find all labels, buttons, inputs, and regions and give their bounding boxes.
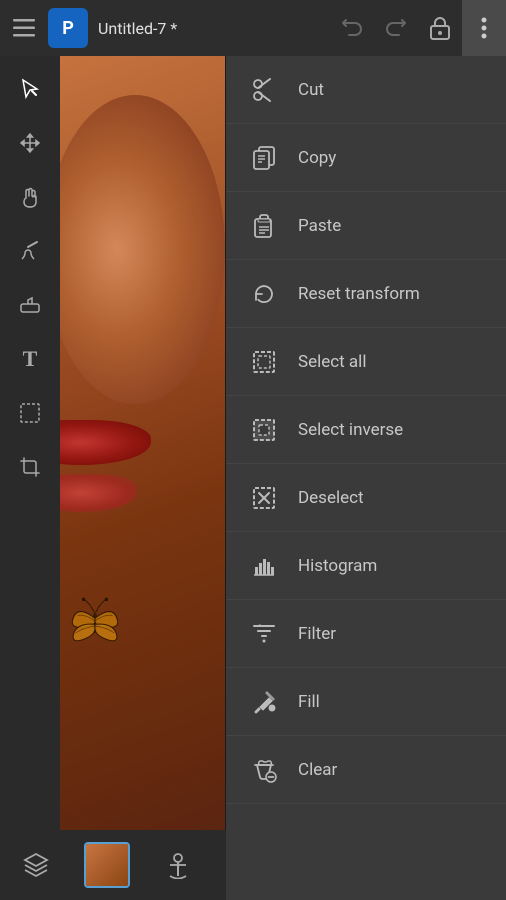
clear-menu-item[interactable]: Clear <box>226 736 506 804</box>
select-all-icon <box>246 344 282 380</box>
fill-label: Fill <box>298 692 320 712</box>
logo-text: P <box>62 18 74 39</box>
fill-menu-item[interactable]: Fill <box>226 668 506 736</box>
eraser-tool-button[interactable] <box>5 280 55 330</box>
filter-menu-item[interactable]: Filter <box>226 600 506 668</box>
hand-tool-button[interactable] <box>5 172 55 222</box>
select-inverse-icon <box>246 412 282 448</box>
select-inverse-menu-item[interactable]: Select inverse <box>226 396 506 464</box>
copy-icon <box>246 140 282 176</box>
clear-label: Clear <box>298 760 337 780</box>
left-toolbar: T <box>0 56 60 830</box>
reset-transform-label: Reset transform <box>298 284 420 304</box>
butterfly-decoration <box>60 595 130 650</box>
app-header: P Untitled-7 * <box>0 0 506 56</box>
context-dropdown-menu: Cut Copy Paste <box>226 56 506 900</box>
paste-menu-item[interactable]: Paste <box>226 192 506 260</box>
header-actions <box>330 0 506 56</box>
histogram-label: Histogram <box>298 556 377 576</box>
reset-transform-icon <box>246 276 282 312</box>
deselect-menu-item[interactable]: Deselect <box>226 464 506 532</box>
histogram-icon <box>246 548 282 584</box>
brush-tool-button[interactable] <box>5 226 55 276</box>
copy-label: Copy <box>298 148 336 168</box>
reset-transform-menu-item[interactable]: Reset transform <box>226 260 506 328</box>
select-all-menu-item[interactable]: Select all <box>226 328 506 396</box>
text-tool-button[interactable]: T <box>5 334 55 384</box>
layer-thumbnail[interactable] <box>84 842 130 888</box>
select-inverse-label: Select inverse <box>298 420 403 440</box>
anchor-bottom-button[interactable] <box>153 840 203 890</box>
lock-button[interactable] <box>418 0 462 56</box>
histogram-menu-item[interactable]: Histogram <box>226 532 506 600</box>
document-title: Untitled-7 * <box>98 19 330 38</box>
cut-menu-item[interactable]: Cut <box>226 56 506 124</box>
deselect-label: Deselect <box>298 488 364 508</box>
fill-icon <box>246 684 282 720</box>
cut-icon <box>246 72 282 108</box>
clear-icon <box>246 752 282 788</box>
text-tool-icon: T <box>23 346 38 372</box>
copy-menu-item[interactable]: Copy <box>226 124 506 192</box>
select-all-label: Select all <box>298 352 366 372</box>
layers-bottom-button[interactable] <box>11 840 61 890</box>
undo-button[interactable] <box>330 0 374 56</box>
cut-label: Cut <box>298 80 324 100</box>
filter-icon <box>246 616 282 652</box>
redo-button[interactable] <box>374 0 418 56</box>
select-tool-button[interactable] <box>5 64 55 114</box>
move-tool-button[interactable] <box>5 118 55 168</box>
filter-label: Filter <box>298 624 336 644</box>
paste-label: Paste <box>298 216 341 236</box>
hamburger-menu-button[interactable] <box>0 0 48 56</box>
deselect-icon <box>246 480 282 516</box>
marquee-tool-button[interactable] <box>5 388 55 438</box>
paste-icon <box>246 208 282 244</box>
more-options-button[interactable] <box>462 0 506 56</box>
crop-tool-button[interactable] <box>5 442 55 492</box>
app-logo: P <box>48 8 88 48</box>
